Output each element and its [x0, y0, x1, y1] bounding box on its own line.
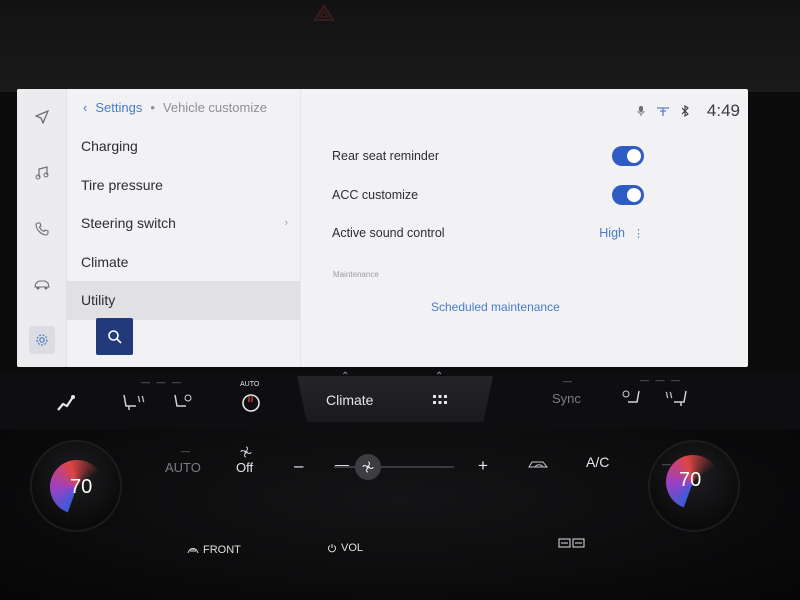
auto-button[interactable]: AUTO — [165, 460, 201, 475]
clock: 4:49 — [706, 101, 740, 120]
sound-value: High — [599, 226, 625, 240]
menu-item-climate[interactable]: Climate — [67, 243, 300, 282]
breadcrumb-settings[interactable]: Settings — [95, 100, 142, 115]
menu-item-utility[interactable]: Utility — [67, 281, 300, 320]
setting-label: Rear seat reminder — [332, 149, 439, 163]
fan-slider-min-mark: — — [335, 456, 349, 472]
mic-icon — [637, 106, 645, 116]
fan-speed-slider[interactable] — [334, 466, 454, 468]
connectivity-icon — [656, 107, 669, 116]
ac-button[interactable]: A/C — [586, 454, 609, 470]
vol-label: VOL — [341, 542, 364, 554]
recirculation-icon[interactable] — [527, 458, 551, 472]
front-label: FRONT — [203, 544, 241, 556]
menu-item-label: Charging — [81, 138, 138, 155]
fan-increase-button[interactable]: + — [478, 456, 488, 476]
music-icon[interactable] — [30, 161, 54, 185]
breadcrumb-current: Vehicle customize — [162, 100, 267, 115]
power-volume-button[interactable]: VOL — [327, 542, 363, 554]
right-temperature: 70 — [679, 469, 702, 491]
menu-item-label: Utility — [81, 292, 116, 309]
ac-indicator: — — [662, 459, 673, 469]
defrost-icon — [187, 548, 199, 554]
heated-seat-left-icon[interactable] — [120, 392, 146, 412]
front-defrost-button[interactable]: FRONT — [187, 544, 241, 556]
seat-level-dashes: — — — — [141, 377, 184, 387]
dashboard-bezel — [0, 0, 800, 92]
steering-heat-icon[interactable] — [55, 392, 77, 414]
navigation-icon[interactable] — [30, 105, 54, 129]
ventilated-seat-left-icon[interactable] — [172, 392, 194, 412]
left-temperature: 70 — [70, 476, 93, 498]
active-sound-control-row[interactable]: Active sound control High ⋮ — [332, 219, 644, 247]
status-bar: 4:49 — [637, 101, 740, 121]
auto-indicator: — — [181, 446, 192, 456]
power-icon — [328, 544, 336, 553]
rear-seat-reminder-row[interactable]: Rear seat reminder — [332, 142, 644, 170]
infotainment-screen: ‹ Settings • Vehicle customize 4:49 Char… — [17, 89, 748, 367]
gear-icon[interactable] — [30, 328, 54, 352]
breadcrumb: ‹ Settings • Vehicle customize — [83, 100, 267, 115]
fan-icon — [240, 446, 252, 458]
ventilated-seat-right-icon[interactable] — [620, 388, 642, 408]
rear-defrost-button[interactable] — [558, 538, 586, 548]
fan-icon — [362, 461, 374, 473]
fan-decrease-button[interactable]: – — [294, 456, 303, 476]
menu-item-label: Tire pressure — [81, 176, 163, 193]
phone-icon[interactable] — [30, 217, 54, 241]
menu-item-tire-pressure[interactable]: Tire pressure — [67, 166, 300, 205]
car-icon[interactable] — [30, 273, 54, 297]
menu-item-label: Climate — [81, 253, 129, 270]
scheduled-maintenance-link[interactable]: Scheduled maintenance — [431, 300, 560, 314]
sync-indicator: — — [563, 376, 574, 386]
more-options-icon: ⋮ — [633, 227, 644, 240]
sync-button[interactable]: Sync — [552, 391, 581, 406]
setting-label: Active sound control — [332, 226, 445, 240]
fan-off-button[interactable]: Off — [236, 460, 253, 475]
hazard-icon[interactable] — [313, 4, 335, 22]
rear-defrost-icon — [558, 538, 585, 548]
auto-steering-label: AUTO — [240, 381, 260, 388]
chevron-up-icon: ⌃ — [341, 371, 350, 382]
apps-grid-icon[interactable] — [432, 394, 448, 406]
acc-customize-row[interactable]: ACC customize — [332, 181, 644, 209]
chevron-up-icon: ⌃ — [435, 371, 444, 382]
pane-divider — [300, 89, 301, 367]
chevron-right-icon: › — [284, 217, 288, 230]
climate-button[interactable]: Climate — [326, 392, 373, 408]
heated-steering-wheel-icon[interactable] — [240, 392, 262, 414]
settings-menu: Charging Tire pressure Steering switch › … — [67, 127, 300, 320]
search-icon — [107, 329, 122, 344]
search-button[interactable] — [96, 318, 133, 355]
menu-item-label: Steering switch — [81, 215, 176, 232]
rear-seat-reminder-toggle[interactable] — [612, 146, 644, 166]
menu-item-steering-switch[interactable]: Steering switch › — [67, 204, 300, 243]
section-header-maintenance: Maintenance — [333, 270, 379, 279]
acc-customize-toggle[interactable] — [612, 185, 644, 205]
setting-label: ACC customize — [332, 188, 419, 202]
sound-value-selector[interactable]: High ⋮ — [599, 226, 644, 240]
seat-level-dashes: — — — — [640, 375, 683, 385]
breadcrumb-separator: • — [150, 100, 155, 115]
side-rail — [17, 89, 67, 367]
menu-item-charging[interactable]: Charging — [67, 127, 300, 166]
bluetooth-icon — [681, 105, 689, 117]
fan-slider-handle[interactable] — [355, 454, 381, 480]
back-button[interactable]: ‹ — [83, 100, 87, 115]
heated-seat-right-icon[interactable] — [664, 388, 690, 408]
